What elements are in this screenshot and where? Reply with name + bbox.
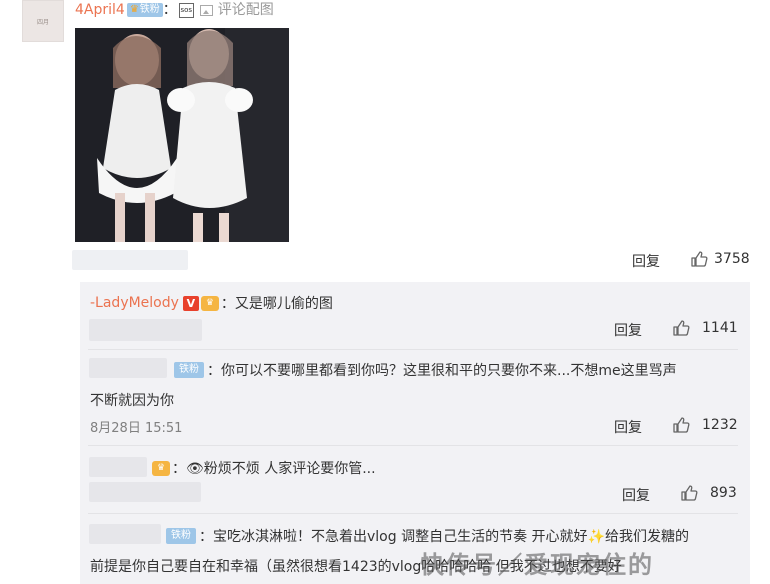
- comment-separator: ：: [162, 2, 177, 18]
- fan-badge-label: 铁粉: [139, 4, 160, 15]
- reply-2-text-line2: 不断就因为你: [90, 393, 174, 409]
- reply-button[interactable]: 回复: [622, 485, 650, 505]
- thumbs-up-icon: [673, 417, 690, 433]
- blurred-timestamp: [89, 482, 201, 502]
- comment-username[interactable]: 4April4: [75, 0, 125, 20]
- blurred-timestamp: [72, 250, 188, 270]
- sos-icon: sos: [178, 2, 194, 18]
- comment-picture-link[interactable]: 评论配图: [199, 0, 274, 20]
- like-button[interactable]: 1141: [672, 319, 738, 337]
- fan-badge-label: 铁粉: [171, 530, 191, 541]
- blurred-timestamp: [89, 319, 202, 341]
- reply-2-text-line1: ：你可以不要哪里都看到你吗？这里很和平的只要你不来...不想me这里骂声: [207, 363, 677, 379]
- avatar-label: 四月: [36, 18, 49, 26]
- comment-image[interactable]: [75, 28, 289, 242]
- blurred-username: [89, 457, 147, 477]
- reply-1: -LadyMelody V ♛ ：又是哪儿偷的图: [90, 293, 333, 313]
- reply-4: 铁粉 ：宝吃冰淇淋啦！不急着出vlog 调整自己生活的节奏 开心就好✨给我们发糖…: [164, 526, 689, 546]
- divider: [88, 513, 738, 514]
- crown-icon: ♛: [200, 295, 219, 311]
- reply-2: 铁粉 ：你可以不要哪里都看到你吗？这里很和平的只要你不来...不想me这里骂声: [172, 360, 677, 380]
- fan-badge-label: 铁粉: [179, 364, 199, 375]
- picture-icon: [199, 4, 213, 16]
- like-count: 3758: [714, 251, 750, 267]
- two-women-photo: [75, 28, 289, 242]
- thumbs-up-icon: [673, 320, 690, 336]
- pic-link-label: 评论配图: [217, 2, 274, 18]
- like-count: 1232: [702, 417, 738, 433]
- like-count: 1141: [702, 320, 738, 336]
- divider: [88, 349, 738, 350]
- blurred-username: [89, 524, 161, 544]
- fan-badge[interactable]: 铁粉: [174, 362, 204, 378]
- reply-button[interactable]: 回复: [632, 251, 660, 271]
- like-button[interactable]: 1232: [672, 416, 738, 434]
- blurred-username: [89, 358, 167, 378]
- reply-1-text: ：又是哪儿偷的图: [220, 296, 333, 312]
- reply-button[interactable]: 回复: [614, 320, 642, 340]
- comment-header: 4April4 ♛ 铁粉 ： sos 评论配图: [75, 0, 274, 20]
- reply-1-username[interactable]: -LadyMelody: [90, 295, 179, 311]
- reply-3-text: ：👁粉烦不烦 人家评论要你管...: [172, 461, 376, 477]
- like-button[interactable]: 893: [680, 484, 737, 502]
- crown-icon: ♛: [129, 4, 139, 15]
- watermark-text: 快传号／爱现宠住的: [420, 551, 654, 579]
- crown-icon: ♛: [152, 460, 170, 476]
- reply-4-text-line1: ：宝吃冰淇淋啦！不急着出vlog 调整自己生活的节奏 开心就好✨给我们发糖的: [199, 529, 689, 545]
- fan-badge[interactable]: ♛ 铁粉: [126, 3, 163, 17]
- like-count: 893: [710, 485, 737, 501]
- reply-button[interactable]: 回复: [614, 417, 642, 437]
- avatar[interactable]: 四月: [22, 0, 64, 42]
- thumbs-up-icon: [691, 251, 708, 267]
- reply-3: ♛ ：👁粉烦不烦 人家评论要你管...: [150, 458, 376, 478]
- divider: [88, 445, 738, 446]
- like-button[interactable]: 3758: [690, 250, 750, 268]
- thumbs-up-icon: [681, 485, 698, 501]
- vip-icon: V: [182, 295, 199, 311]
- reply-2-timestamp: 8月28日 15:51: [90, 421, 183, 436]
- fan-badge[interactable]: 铁粉: [166, 528, 196, 544]
